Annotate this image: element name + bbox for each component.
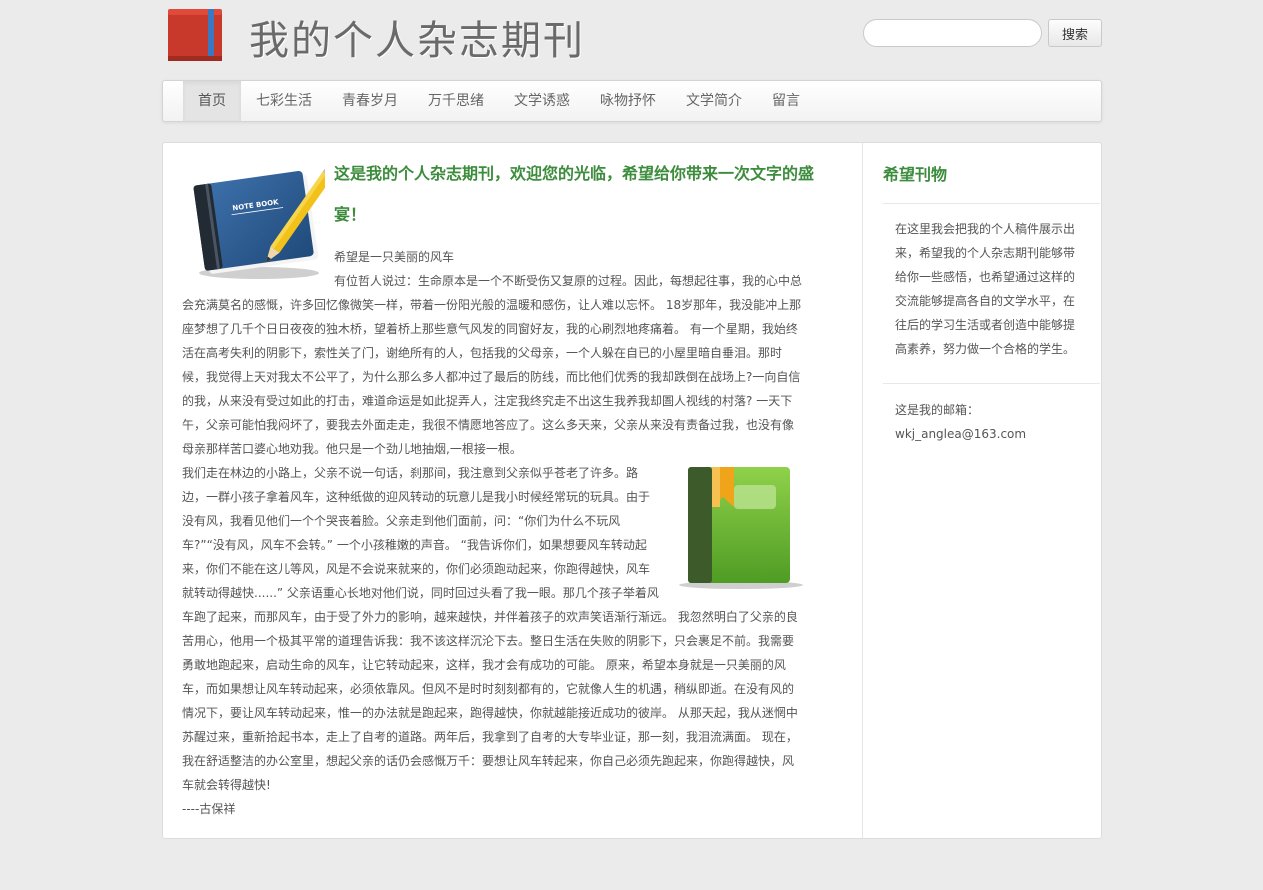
nav-item-home[interactable]: 首页 [183, 81, 241, 121]
search-input[interactable] [863, 19, 1042, 47]
nav-item-literature[interactable]: 文学诱惑 [499, 81, 585, 121]
green-book-image [679, 467, 803, 589]
sidebar-email[interactable]: wkj_anglea@163.com [895, 422, 1085, 446]
nav-list: 首页 七彩生活 青春岁月 万千思绪 文学诱惑 咏物抒怀 文学简介 留言 [183, 81, 815, 121]
search-button[interactable]: 搜索 [1048, 19, 1102, 47]
article-intro-line: 希望是一只美丽的风车 [334, 250, 455, 264]
content-container: NOTE BOOK 这是我的个人杂志期刊，欢迎您的光临，希望给你带来一次文字的盛… [162, 142, 1102, 839]
nav-item-literature-intro[interactable]: 文学简介 [671, 81, 757, 121]
sidebar: 希望刊物 在这里我会把我的个人稿件展示出来，希望我的个人杂志期刊能够带给你一些感… [864, 143, 1101, 838]
sidebar-divider [883, 383, 1100, 384]
sidebar-title: 希望刊物 [883, 165, 948, 184]
nav-item-colorful-life[interactable]: 七彩生活 [241, 81, 327, 121]
article-signature: ----古保祥 [182, 802, 236, 816]
article-paragraph: 有位哲人说过：生命原本是一个不断受伤又复原的过程。因此，每想起往事，我的心中总会… [182, 274, 803, 456]
main-content: NOTE BOOK 这是我的个人杂志期刊，欢迎您的光临，希望给你带来一次文字的盛… [163, 143, 863, 838]
red-book-icon [168, 9, 222, 61]
article-body: 希望是一只美丽的风车 有位哲人说过：生命原本是一个不断受伤又复原的过程。因此，每… [182, 245, 804, 821]
article-heading: 这是我的个人杂志期刊，欢迎您的光临，希望给你带来一次文字的盛宴！ [334, 164, 815, 224]
sidebar-description: 在这里我会把我的个人稿件展示出来，希望我的个人杂志期刊能够带给你一些感悟，也希望… [895, 222, 1076, 356]
nav-item-objects[interactable]: 咏物抒怀 [585, 81, 671, 121]
nav-item-message[interactable]: 留言 [757, 81, 815, 121]
nav-item-thoughts[interactable]: 万千思绪 [413, 81, 499, 121]
site-header: 我的个人杂志期刊 搜索 [162, 0, 1102, 75]
sidebar-divider [883, 203, 1100, 204]
site-title: 我的个人杂志期刊 [249, 18, 585, 64]
main-navbar: 首页 七彩生活 青春岁月 万千思绪 文学诱惑 咏物抒怀 文学简介 留言 [162, 80, 1102, 122]
sidebar-email-label: 这是我的邮箱： [895, 403, 980, 417]
nav-item-youth[interactable]: 青春岁月 [327, 81, 413, 121]
